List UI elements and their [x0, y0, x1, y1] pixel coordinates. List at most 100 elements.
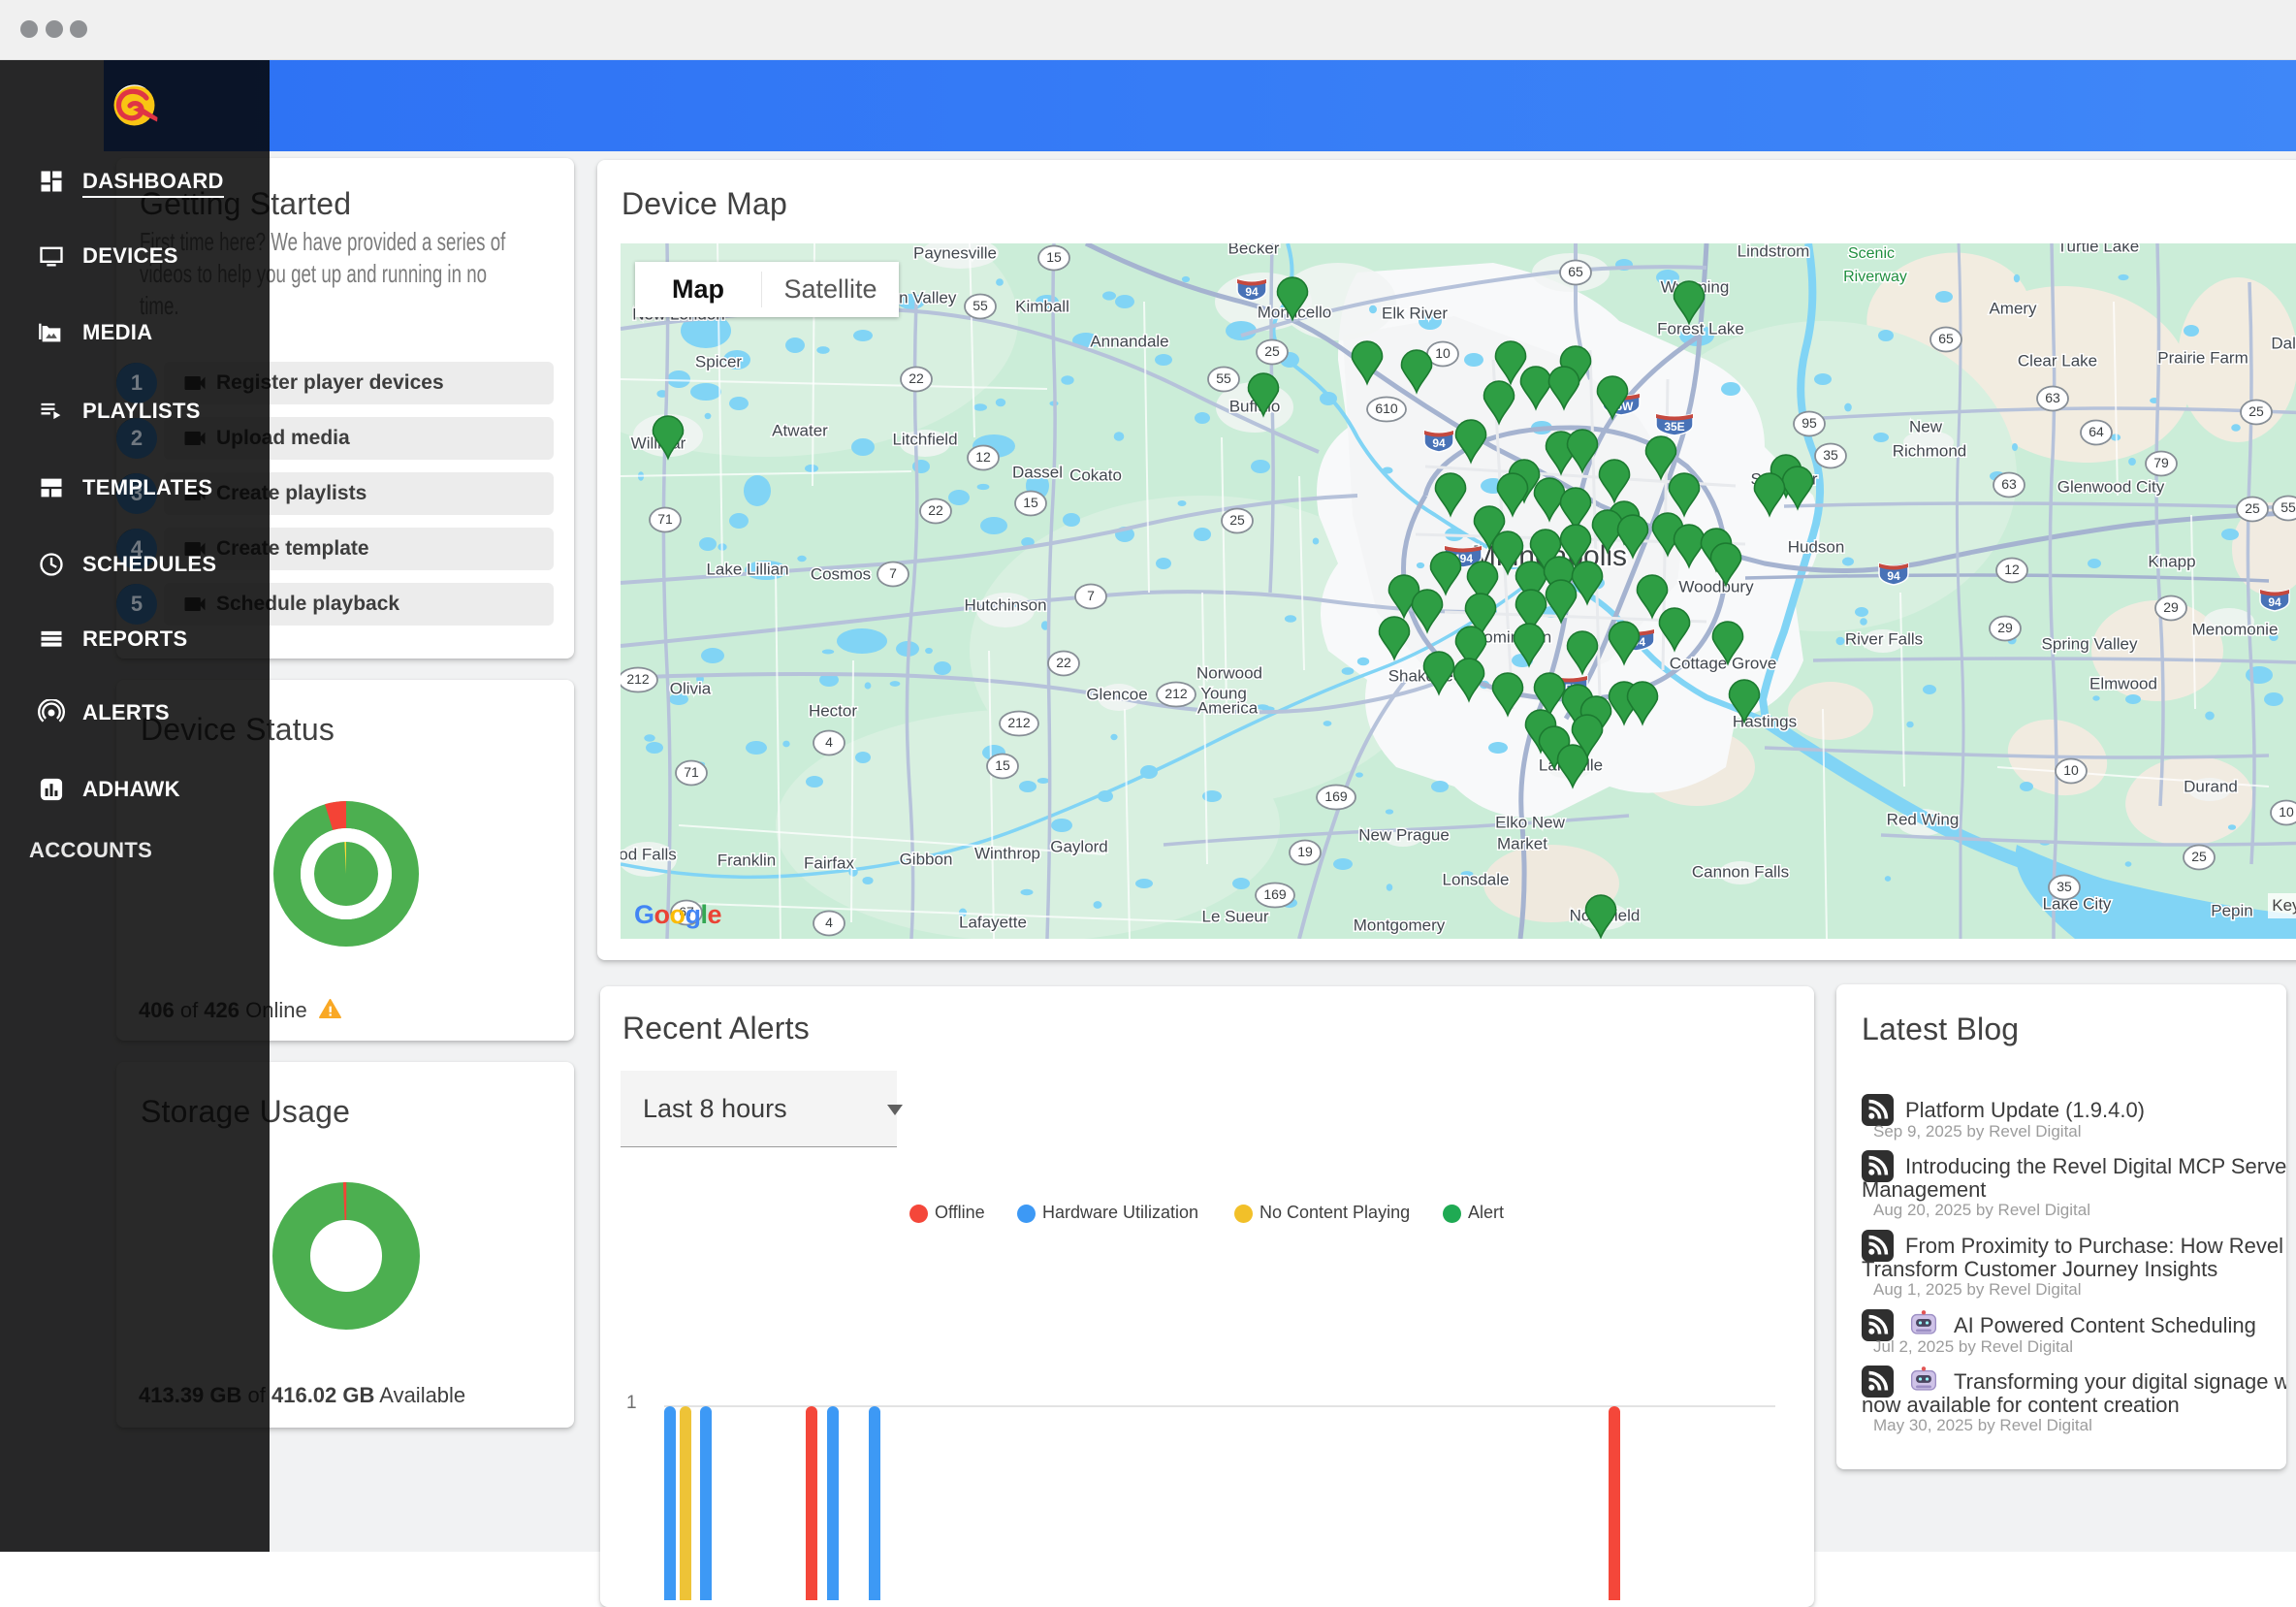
svg-text:610: 610	[1375, 401, 1398, 416]
svg-text:25: 25	[1264, 343, 1280, 359]
svg-text:29: 29	[1997, 620, 2013, 635]
svg-text:55: 55	[2280, 499, 2296, 515]
svg-text:Glenwood City: Glenwood City	[2057, 477, 2165, 496]
svg-text:New Prague: New Prague	[1358, 825, 1450, 844]
svg-text:Cannon Falls: Cannon Falls	[1692, 862, 1789, 881]
svg-text:Woodbury: Woodbury	[1678, 577, 1754, 595]
svg-text:25: 25	[2248, 403, 2264, 419]
svg-text:Red Wing: Red Wing	[1887, 810, 1960, 828]
svg-text:71: 71	[684, 764, 699, 780]
svg-text:Elmwood: Elmwood	[2089, 674, 2157, 692]
svg-text:212: 212	[1007, 715, 1031, 730]
svg-text:25: 25	[2191, 849, 2207, 864]
svg-text:Menomonie: Menomonie	[2192, 620, 2279, 638]
svg-text:55: 55	[1216, 370, 1231, 386]
svg-text:River Falls: River Falls	[1845, 629, 1923, 648]
svg-text:Lindstrom: Lindstrom	[1738, 243, 1810, 260]
svg-text:Lake City: Lake City	[2043, 894, 2112, 913]
svg-text:od Falls: od Falls	[621, 845, 677, 863]
svg-text:Atwater: Atwater	[772, 421, 828, 439]
svg-text:Olivia: Olivia	[670, 679, 712, 697]
svg-text:94: 94	[1887, 569, 1900, 583]
svg-text:94: 94	[1245, 285, 1259, 299]
svg-text:4: 4	[825, 734, 833, 750]
svg-text:Cosmos: Cosmos	[811, 564, 871, 583]
svg-text:Paynesville: Paynesville	[913, 243, 997, 262]
svg-text:Fairfax: Fairfax	[804, 853, 854, 872]
svg-text:Becker: Becker	[1228, 243, 1280, 257]
svg-text:22: 22	[928, 502, 943, 518]
svg-text:Forest Lake: Forest Lake	[1657, 319, 1744, 337]
svg-text:Richmond: Richmond	[1893, 441, 1967, 460]
svg-text:22: 22	[909, 370, 924, 386]
svg-text:25: 25	[1229, 512, 1245, 528]
svg-text:Scenic: Scenic	[1848, 245, 1895, 262]
svg-text:Prairie Farm: Prairie Farm	[2157, 348, 2248, 367]
svg-text:Durand: Durand	[2184, 777, 2238, 795]
svg-text:12: 12	[2004, 562, 2020, 577]
svg-text:15: 15	[1023, 495, 1038, 510]
svg-text:Riverway: Riverway	[1843, 269, 1907, 285]
svg-text:Glencoe: Glencoe	[1086, 685, 1147, 703]
svg-text:Gibbon: Gibbon	[900, 850, 953, 868]
svg-text:7: 7	[889, 565, 897, 581]
svg-text:169: 169	[1324, 788, 1348, 804]
svg-text:Gaylord: Gaylord	[1050, 837, 1108, 855]
svg-text:212: 212	[626, 671, 650, 687]
svg-text:Norwood: Norwood	[1196, 663, 1262, 682]
svg-text:25: 25	[2245, 500, 2260, 516]
svg-text:Annandale: Annandale	[1090, 332, 1168, 350]
svg-text:7: 7	[1087, 588, 1095, 603]
svg-text:35: 35	[2057, 879, 2072, 894]
svg-text:Franklin: Franklin	[718, 851, 776, 869]
svg-text:35: 35	[1823, 447, 1838, 463]
svg-text:63: 63	[2045, 390, 2060, 405]
svg-text:10: 10	[2063, 762, 2079, 778]
svg-text:Hutchinson: Hutchinson	[964, 595, 1046, 614]
svg-text:22: 22	[1056, 655, 1071, 670]
svg-text:Elko New: Elko New	[1495, 813, 1566, 831]
svg-text:71: 71	[657, 511, 673, 527]
svg-text:94: 94	[1432, 436, 1446, 450]
svg-text:Cokato: Cokato	[1069, 466, 1122, 484]
svg-text:Lake Lillian: Lake Lillian	[706, 560, 788, 578]
svg-text:New: New	[1909, 417, 1943, 435]
svg-text:4: 4	[825, 915, 833, 930]
svg-text:65: 65	[1568, 264, 1583, 279]
svg-text:65: 65	[1938, 331, 1954, 346]
svg-text:55: 55	[973, 298, 988, 313]
svg-text:29: 29	[2163, 599, 2179, 615]
svg-text:Winthrop: Winthrop	[974, 844, 1040, 862]
svg-text:Hudson: Hudson	[1788, 537, 1845, 556]
svg-text:Litchfield: Litchfield	[892, 430, 957, 448]
svg-text:Cottage Grove: Cottage Grove	[1670, 654, 1777, 672]
svg-text:Lonsdale: Lonsdale	[1442, 870, 1509, 888]
svg-text:63: 63	[2001, 476, 2017, 492]
svg-text:12: 12	[975, 449, 991, 465]
svg-text:Montgomery: Montgomery	[1354, 916, 1446, 934]
svg-text:94: 94	[2268, 595, 2281, 609]
svg-text:Lafayette: Lafayette	[959, 913, 1027, 931]
svg-text:Dallas: Dallas	[2271, 334, 2296, 352]
svg-text:Knapp: Knapp	[2148, 552, 2195, 570]
svg-text:15: 15	[995, 757, 1010, 773]
svg-text:America: America	[1197, 698, 1259, 717]
svg-text:Amery: Amery	[1989, 299, 2037, 317]
svg-text:64: 64	[2089, 424, 2104, 439]
svg-text:Dassel: Dassel	[1012, 463, 1063, 481]
svg-text:Market: Market	[1497, 834, 1547, 852]
svg-text:169: 169	[1263, 886, 1287, 902]
svg-text:10: 10	[1435, 345, 1451, 361]
svg-text:212: 212	[1164, 686, 1188, 701]
svg-text:Elk River: Elk River	[1382, 304, 1448, 322]
svg-text:Pepin: Pepin	[2211, 901, 2252, 919]
svg-text:35E: 35E	[1664, 420, 1684, 434]
svg-text:en Valley: en Valley	[890, 288, 957, 306]
svg-text:Spring Valley: Spring Valley	[2042, 634, 2138, 653]
svg-text:79: 79	[2153, 455, 2169, 470]
svg-text:Spicer: Spicer	[695, 352, 743, 370]
svg-text:Turtle Lake: Turtle Lake	[2057, 243, 2139, 255]
svg-text:15: 15	[1046, 249, 1062, 265]
svg-text:10: 10	[2279, 804, 2294, 820]
svg-text:95: 95	[1802, 415, 1817, 431]
